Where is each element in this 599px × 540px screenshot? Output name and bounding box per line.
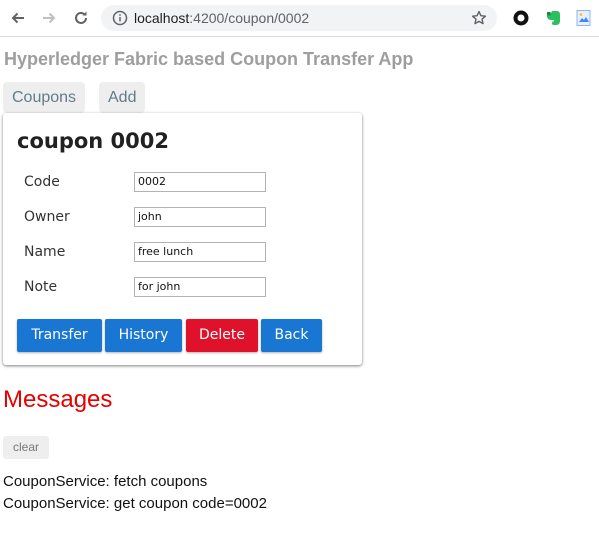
url-text: localhost:4200/coupon/0002 [134,10,310,26]
extension-ring-icon[interactable] [512,9,530,27]
nav-link-add[interactable]: Add [99,82,146,113]
info-icon[interactable] [112,10,128,31]
code-field[interactable]: 0002 [134,172,266,192]
back-button[interactable]: Back [261,319,322,352]
note-field[interactable]: for john [134,277,266,297]
forward-arrow-icon[interactable] [38,7,60,29]
nav-link-coupons[interactable]: Coupons [3,82,86,113]
back-arrow-icon[interactable] [7,7,29,29]
message-item: CouponService: get coupon code=0002 [3,495,267,512]
document-image-icon[interactable] [575,9,593,27]
name-field[interactable]: free lunch [134,242,266,262]
transfer-button[interactable]: Transfer [17,319,102,352]
clear-messages-button[interactable]: clear [3,436,49,459]
browser-toolbar: localhost:4200/coupon/0002 [0,0,599,37]
coupon-detail-card: coupon 0002 Code 0002 Owner john Name fr… [3,113,362,365]
messages-heading: Messages [3,386,113,413]
message-item: CouponService: fetch coupons [3,473,208,490]
code-label: Code [24,174,60,190]
app-title: Hyperledger Fabric based Coupon Transfer… [4,49,414,69]
bookmark-star-icon[interactable] [471,10,487,31]
name-label: Name [24,244,66,260]
owner-label: Owner [24,209,70,225]
evernote-elephant-icon[interactable] [544,9,562,27]
address-bar[interactable]: localhost:4200/coupon/0002 [101,5,497,31]
owner-field[interactable]: john [134,207,266,227]
note-label: Note [24,279,58,295]
reload-icon[interactable] [70,7,92,29]
delete-button[interactable]: Delete [186,319,258,352]
coupon-heading: coupon 0002 [17,129,169,153]
history-button[interactable]: History [105,319,182,352]
